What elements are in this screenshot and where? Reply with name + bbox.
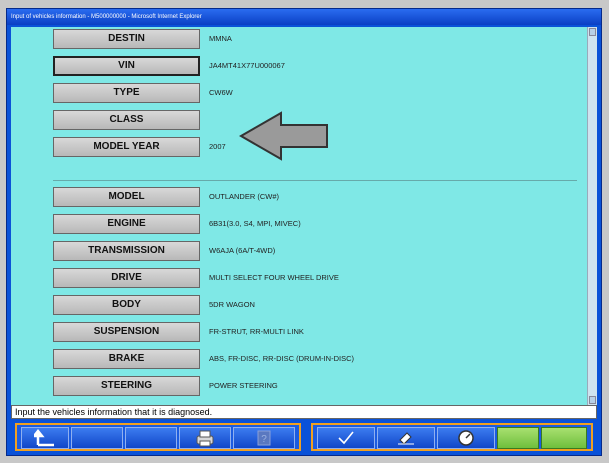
drive-button[interactable]: DRIVE [53,268,200,288]
vertical-scrollbar[interactable] [587,27,597,405]
gauge-icon [458,430,474,446]
bottom-toolbar: ? [11,421,597,453]
eraser-icon [398,432,414,445]
toolbar-group-right [311,423,593,451]
body-button[interactable]: BODY [53,295,200,315]
model-year-value: 2007 [209,142,226,151]
brake-value: ABS, FR-DISC, RR-DISC (DRUM-IN-DISC) [209,354,354,363]
back-button[interactable] [21,427,69,449]
vehicle-info-panel: DESTIN MMNA VIN JA4MT41X77U000067 TYPE C… [11,27,597,405]
section-divider [53,180,577,181]
scroll-up-arrow[interactable] [589,28,596,36]
help-button[interactable]: ? [233,427,295,449]
toolbar-blank-1[interactable] [71,427,123,449]
type-button[interactable]: TYPE [53,83,200,103]
model-value: OUTLANDER (CW#) [209,192,280,201]
browser-window: Input of vehicles information - M5000000… [6,8,602,456]
screenshot-frame: Input of vehicles information - M5000000… [0,0,609,463]
destin-button[interactable]: DESTIN [53,29,200,49]
engine-button[interactable]: ENGINE [53,214,200,234]
toolbar-blank-2[interactable] [125,427,177,449]
steering-value: POWER STEERING [209,381,278,390]
print-button[interactable] [179,427,231,449]
print-icon [196,430,214,447]
check-icon [338,431,354,445]
type-value: CW6W [209,88,233,97]
window-title: Input of vehicles information - M5000000… [7,9,601,25]
status-bar: Input the vehicles information that it i… [11,405,597,419]
transmission-value: W6AJA (6A/T-4WD) [209,246,276,255]
destin-value: MMNA [209,34,232,43]
toolbar-blank-3[interactable] [497,427,539,449]
up-arrow-icon [34,429,54,447]
clear-button[interactable] [377,427,435,449]
help-icon: ? [257,430,271,446]
brake-button[interactable]: BRAKE [53,349,200,369]
toolbar-group-left: ? [15,423,301,451]
svg-text:?: ? [261,434,267,445]
scroll-down-arrow[interactable] [589,396,596,404]
suspension-value: FR-STRUT, RR-MULTI LINK [209,327,304,336]
steering-button[interactable]: STEERING [53,376,200,396]
model-year-button[interactable]: MODEL YEAR [53,137,200,157]
gauge-button[interactable] [437,427,495,449]
engine-value: 6B31(3.0, S4, MPI, MIVEC) [209,219,301,228]
suspension-button[interactable]: SUSPENSION [53,322,200,342]
left-arrow-icon [239,111,328,161]
vin-value: JA4MT41X77U000067 [209,61,285,70]
model-button[interactable]: MODEL [53,187,200,207]
class-button[interactable]: CLASS [53,110,200,130]
vin-button[interactable]: VIN [53,56,200,76]
confirm-button[interactable] [317,427,375,449]
transmission-button[interactable]: TRANSMISSION [53,241,200,261]
drive-value: MULTI SELECT FOUR WHEEL DRIVE [209,273,339,282]
body-value: 5DR WAGON [209,300,255,309]
toolbar-blank-4[interactable] [541,427,587,449]
